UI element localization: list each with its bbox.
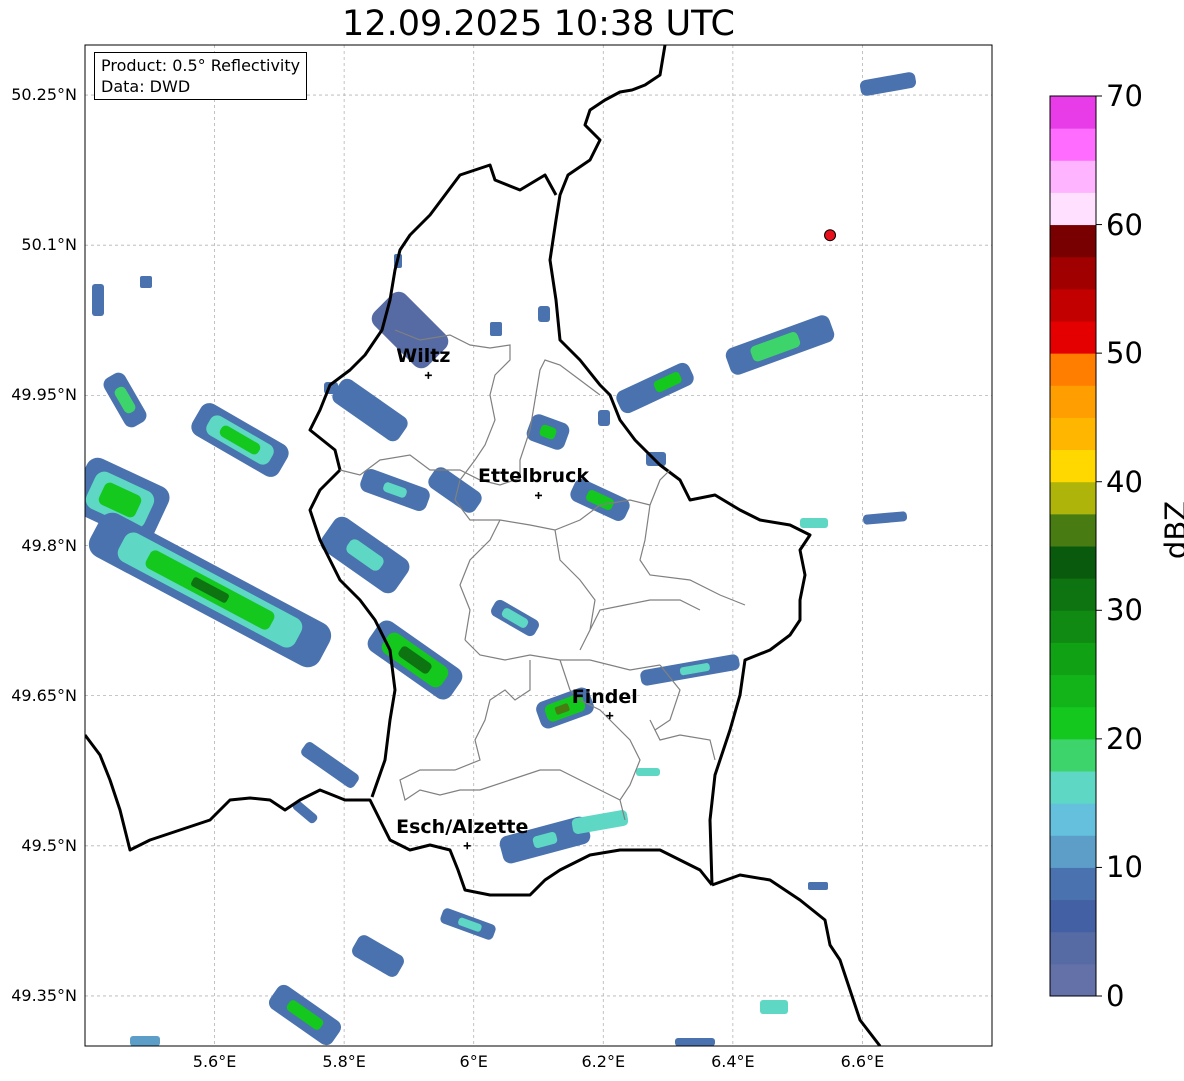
colorbar-segment	[1050, 738, 1096, 772]
echo-cell	[862, 511, 908, 525]
echo-cell	[92, 284, 104, 316]
lat-tick-label: 50.25°N	[11, 85, 77, 105]
colorbar-segment	[1050, 642, 1096, 676]
radar-echoes	[85, 72, 917, 1046]
grid-lines	[85, 45, 992, 1046]
colorbar-tick-label: 20	[1106, 721, 1143, 756]
lon-tick-label: 5.6°E	[192, 1052, 237, 1071]
city-marker	[463, 842, 471, 850]
colorbar	[1049, 95, 1102, 997]
colorbar-tick-label: 10	[1106, 850, 1143, 885]
colorbar-segment	[1050, 546, 1096, 579]
colorbar-segment	[1050, 835, 1096, 868]
colorbar-tick-label: 50	[1106, 336, 1143, 371]
colorbar-segment	[1050, 321, 1096, 354]
echo-cell	[352, 935, 404, 977]
colorbar-segment	[1050, 128, 1096, 161]
echo-cell	[490, 322, 502, 336]
colorbar-tick-label: 30	[1106, 593, 1143, 628]
colorbar-segment	[1050, 288, 1096, 322]
colorbar-segment	[1050, 674, 1096, 708]
echo-cell	[800, 518, 828, 528]
colorbar-segment	[1050, 256, 1096, 290]
colorbar-segment	[1050, 481, 1096, 515]
colorbar-segment	[1050, 803, 1096, 836]
echo-cell	[636, 768, 660, 776]
lat-tick-label: 49.65°N	[11, 685, 77, 705]
colorbar-segment	[1050, 96, 1096, 129]
lat-tick-label: 49.5°N	[21, 835, 77, 855]
echo-cell	[538, 306, 550, 322]
radar-map	[84, 44, 1102, 1047]
data-source-label: Data: DWD	[101, 77, 191, 96]
echo-cell	[859, 72, 917, 96]
lat-tick-label: 49.8°N	[21, 535, 77, 555]
lon-tick-label: 6.2°E	[581, 1052, 626, 1071]
colorbar-segment	[1050, 385, 1096, 418]
echo-cell	[140, 276, 152, 288]
echo-cell	[571, 810, 629, 834]
colorbar-segment	[1050, 192, 1096, 226]
colorbar-segment	[1050, 610, 1096, 643]
colorbar-segment	[1050, 417, 1096, 451]
lon-tick-label: 6°E	[459, 1052, 488, 1071]
colorbar-segment	[1050, 931, 1096, 965]
colorbar-segment	[1050, 578, 1096, 611]
colorbar-segment	[1050, 353, 1096, 386]
colorbar-tick-label: 60	[1106, 207, 1143, 242]
colorbar-tick-label: 70	[1106, 79, 1143, 113]
city-label: Ettelbruck	[478, 465, 589, 488]
echo-cell	[428, 467, 482, 513]
lon-tick-label: 6.4°E	[711, 1052, 755, 1071]
lon-tick-label: 6.6°E	[840, 1052, 885, 1071]
lat-tick-label: 50.1°N	[21, 235, 77, 255]
colorbar-tick-label: 0	[1106, 979, 1125, 1013]
colorbar-tick-label: 40	[1106, 464, 1143, 499]
colorbar-segment	[1050, 867, 1096, 901]
country-border	[711, 873, 882, 1046]
lon-tick-label: 5.8°E	[322, 1052, 366, 1071]
echo-cell	[332, 378, 408, 442]
colorbar-segment	[1050, 160, 1096, 193]
city-marker	[424, 371, 432, 379]
colorbar-segment	[1050, 899, 1096, 933]
lat-tick-label: 49.95°N	[11, 385, 77, 405]
city-label: Esch/Alzette	[396, 815, 529, 838]
product-info-box: Product: 0.5° Reflectivity Data: DWD	[94, 52, 308, 100]
colorbar-segment	[1050, 449, 1096, 483]
colorbar-segment	[1050, 771, 1096, 804]
lat-tick-label: 49.35°N	[11, 985, 77, 1005]
colorbar-segment	[1050, 706, 1096, 740]
colorbar-label: dBZ	[1159, 500, 1184, 560]
city-label: Wiltz	[396, 345, 451, 368]
radar-site-marker	[824, 229, 837, 242]
colorbar-segment	[1050, 224, 1096, 258]
echo-cell	[598, 410, 610, 426]
product-label: Product: 0.5° Reflectivity	[101, 56, 301, 75]
colorbar-segment	[1050, 963, 1096, 997]
city-label: Findel	[571, 685, 638, 708]
echo-cell	[808, 882, 828, 890]
echo-cell	[301, 742, 359, 788]
echo-cell	[760, 1000, 788, 1014]
echo-cell	[675, 1038, 715, 1046]
echo-cell	[130, 1036, 160, 1046]
city-marker	[535, 491, 542, 499]
colorbar-segment	[1050, 513, 1096, 547]
